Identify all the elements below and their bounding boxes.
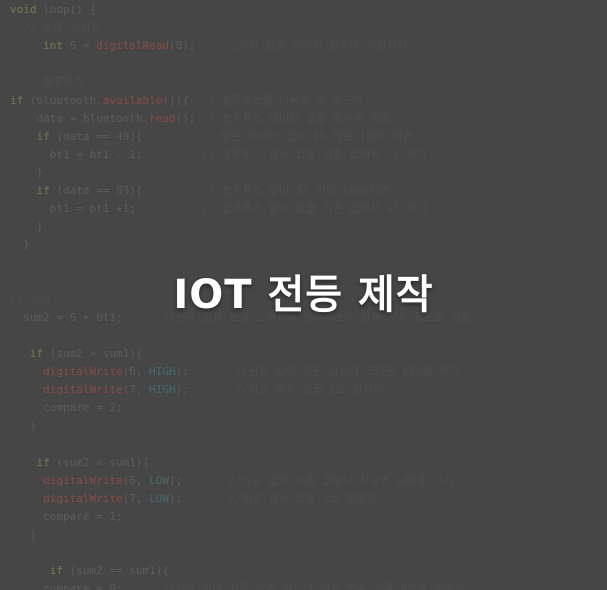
page-title: IOT 전등 제작 [173, 272, 434, 318]
